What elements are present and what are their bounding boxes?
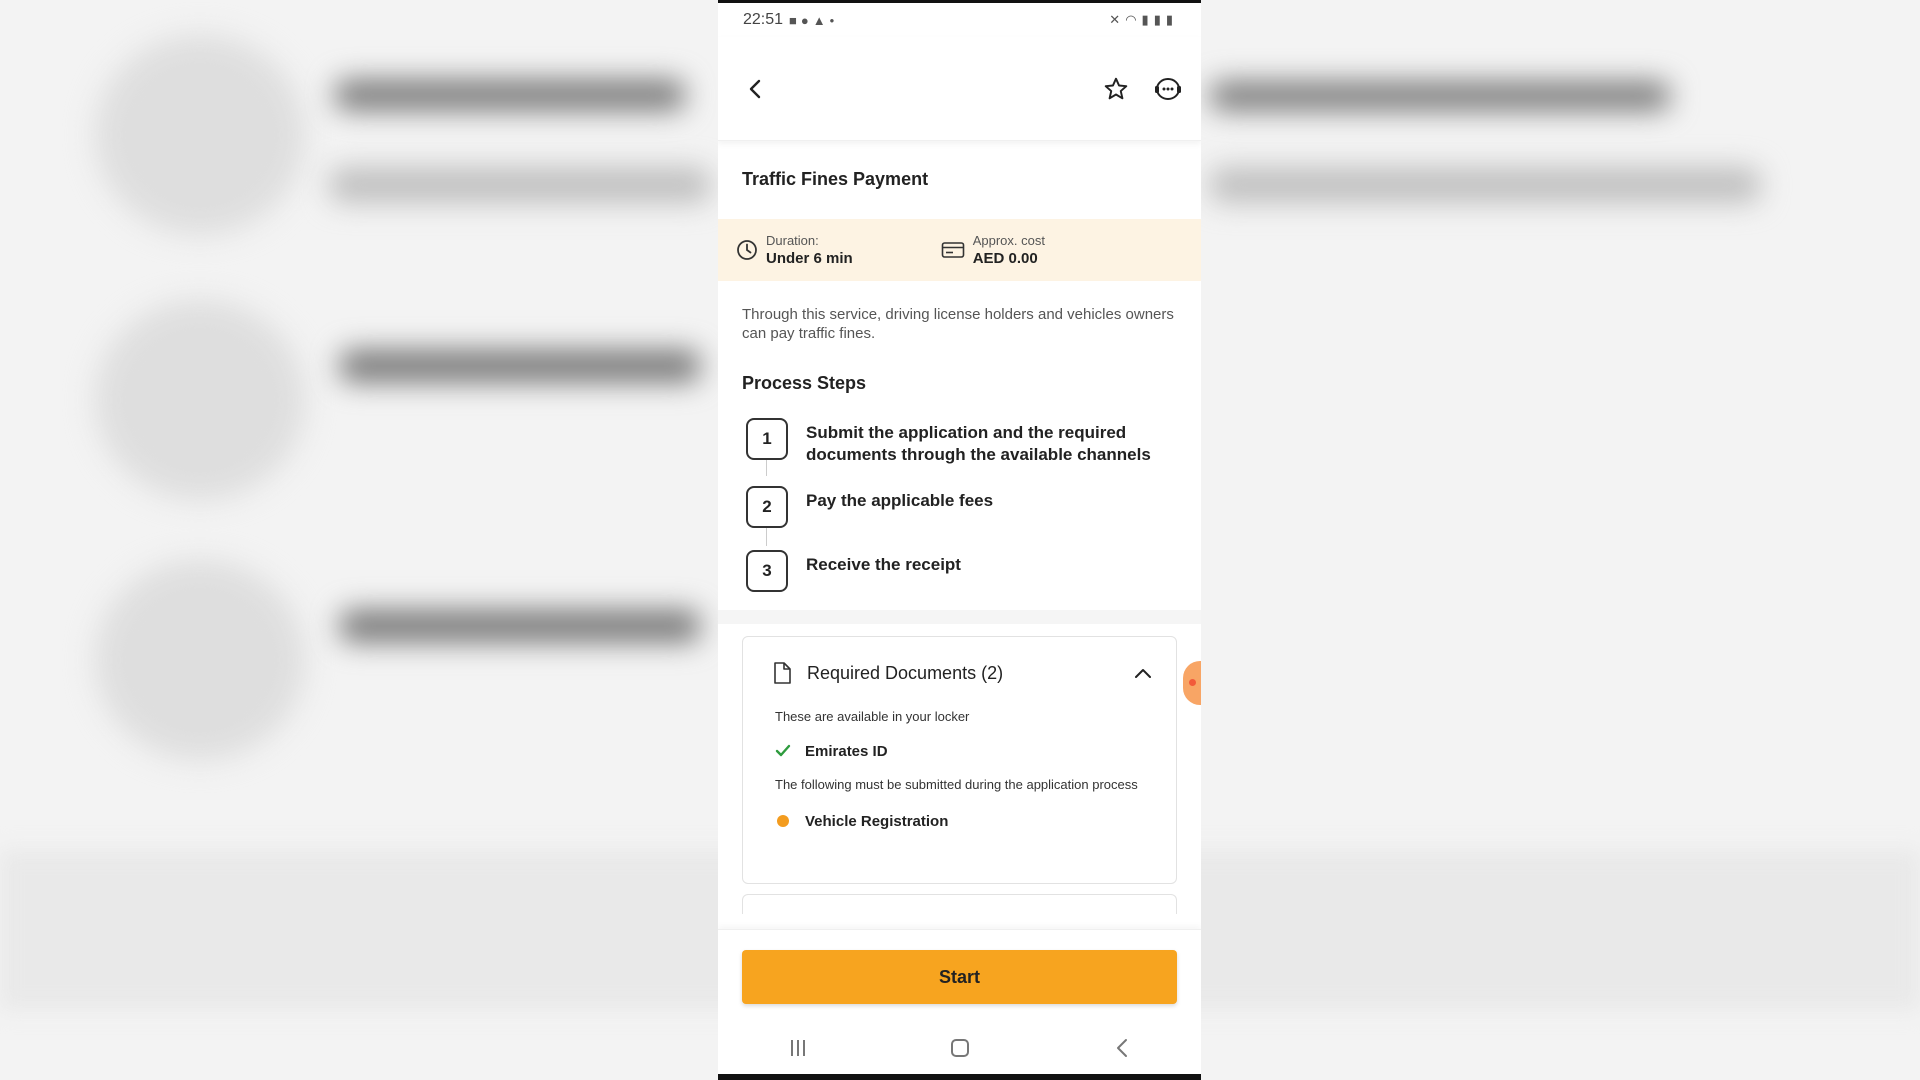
signal2-icon: ▮ bbox=[1153, 12, 1161, 27]
step-number: 3 bbox=[746, 550, 788, 592]
service-title-section: Traffic Fines Payment bbox=[718, 141, 1201, 219]
page-title: Traffic Fines Payment bbox=[742, 169, 929, 189]
locker-document-item: Emirates ID bbox=[743, 731, 1176, 771]
cost-label: Approx. cost bbox=[972, 232, 1045, 248]
section-divider bbox=[718, 610, 1201, 624]
cost-info: Approx. cost AED 0.00 bbox=[941, 232, 1045, 269]
step-number: 1 bbox=[746, 418, 788, 460]
process-steps-title: Process Steps bbox=[742, 373, 867, 393]
status-dot: • bbox=[829, 12, 835, 28]
start-button[interactable]: Start bbox=[742, 950, 1177, 1004]
checkmark-icon bbox=[775, 744, 791, 757]
status-bar: 22:51 ■ ● ▲ • ✕ ◠ ▮ ▮ ▮ bbox=[718, 3, 1201, 37]
process-step: 1 Submit the application and the require… bbox=[746, 418, 1177, 486]
cost-value: AED 0.00 bbox=[972, 249, 1038, 267]
process-step: 2 Pay the applicable fees bbox=[746, 486, 1177, 550]
submit-note: The following must be submitted during t… bbox=[775, 777, 1138, 792]
recents-icon[interactable] bbox=[791, 1040, 806, 1056]
step-number: 2 bbox=[746, 486, 788, 528]
wifi-icon: ◠ bbox=[1125, 12, 1137, 27]
card-icon bbox=[941, 242, 964, 258]
facebook-icon: ● bbox=[800, 12, 809, 28]
duration-value: Under 6 min bbox=[766, 249, 853, 267]
locker-note: These are available in your locker bbox=[775, 709, 970, 724]
locker-document-label: Emirates ID bbox=[805, 742, 888, 760]
service-info-strip: Duration: Under 6 min Approx. cost AED 0… bbox=[718, 219, 1201, 281]
floating-assistant-button[interactable] bbox=[1183, 661, 1201, 705]
favorite-button[interactable] bbox=[1101, 74, 1131, 104]
battery-icon: ▮ bbox=[1165, 12, 1173, 27]
process-step: 3 Receive the receipt bbox=[746, 550, 1177, 592]
service-description: Through this service, driving license ho… bbox=[742, 306, 1174, 342]
back-button[interactable] bbox=[740, 74, 770, 104]
app-header bbox=[718, 37, 1201, 141]
process-steps-list: 1 Submit the application and the require… bbox=[718, 394, 1201, 592]
required-documents-header[interactable]: Required Documents (2) bbox=[743, 637, 1176, 709]
chevron-up-icon[interactable] bbox=[1134, 667, 1152, 679]
upload-icon: ▲ bbox=[812, 12, 826, 28]
submit-document-label: Vehicle Registration bbox=[805, 812, 949, 830]
chat-support-icon bbox=[1155, 77, 1181, 100]
start-bar: Start bbox=[718, 929, 1201, 1019]
nav-back-icon[interactable] bbox=[1116, 1038, 1128, 1058]
chat-support-button[interactable] bbox=[1153, 74, 1183, 104]
step-text: Submit the application and the required … bbox=[806, 423, 1151, 464]
back-arrow-icon bbox=[749, 79, 761, 98]
star-icon bbox=[1104, 77, 1128, 99]
document-icon bbox=[774, 662, 791, 684]
video-icon: ■ bbox=[789, 12, 797, 28]
required-documents-card: Required Documents (2) These are availab… bbox=[742, 636, 1177, 884]
clock-icon bbox=[737, 240, 757, 260]
pending-dot-icon bbox=[777, 815, 789, 827]
system-nav-bar bbox=[718, 1019, 1201, 1074]
duration-info: Duration: Under 6 min bbox=[736, 232, 853, 269]
home-icon[interactable] bbox=[951, 1039, 970, 1057]
submit-document-item: Vehicle Registration bbox=[743, 801, 1176, 841]
mute-icon: ✕ bbox=[1109, 12, 1121, 27]
step-text: Pay the applicable fees bbox=[806, 491, 994, 510]
step-text: Receive the receipt bbox=[806, 555, 961, 574]
signal-icon: ▮ bbox=[1141, 12, 1149, 27]
status-time: 22:51 bbox=[743, 11, 784, 28]
next-card-edge bbox=[742, 894, 1177, 914]
phone-screen: 22:51 ■ ● ▲ • ✕ ◠ ▮ ▮ ▮ Traffic Fines Pa… bbox=[718, 0, 1201, 1080]
required-documents-title: Required Documents (2) bbox=[807, 662, 1004, 683]
duration-label: Duration: bbox=[766, 232, 819, 248]
